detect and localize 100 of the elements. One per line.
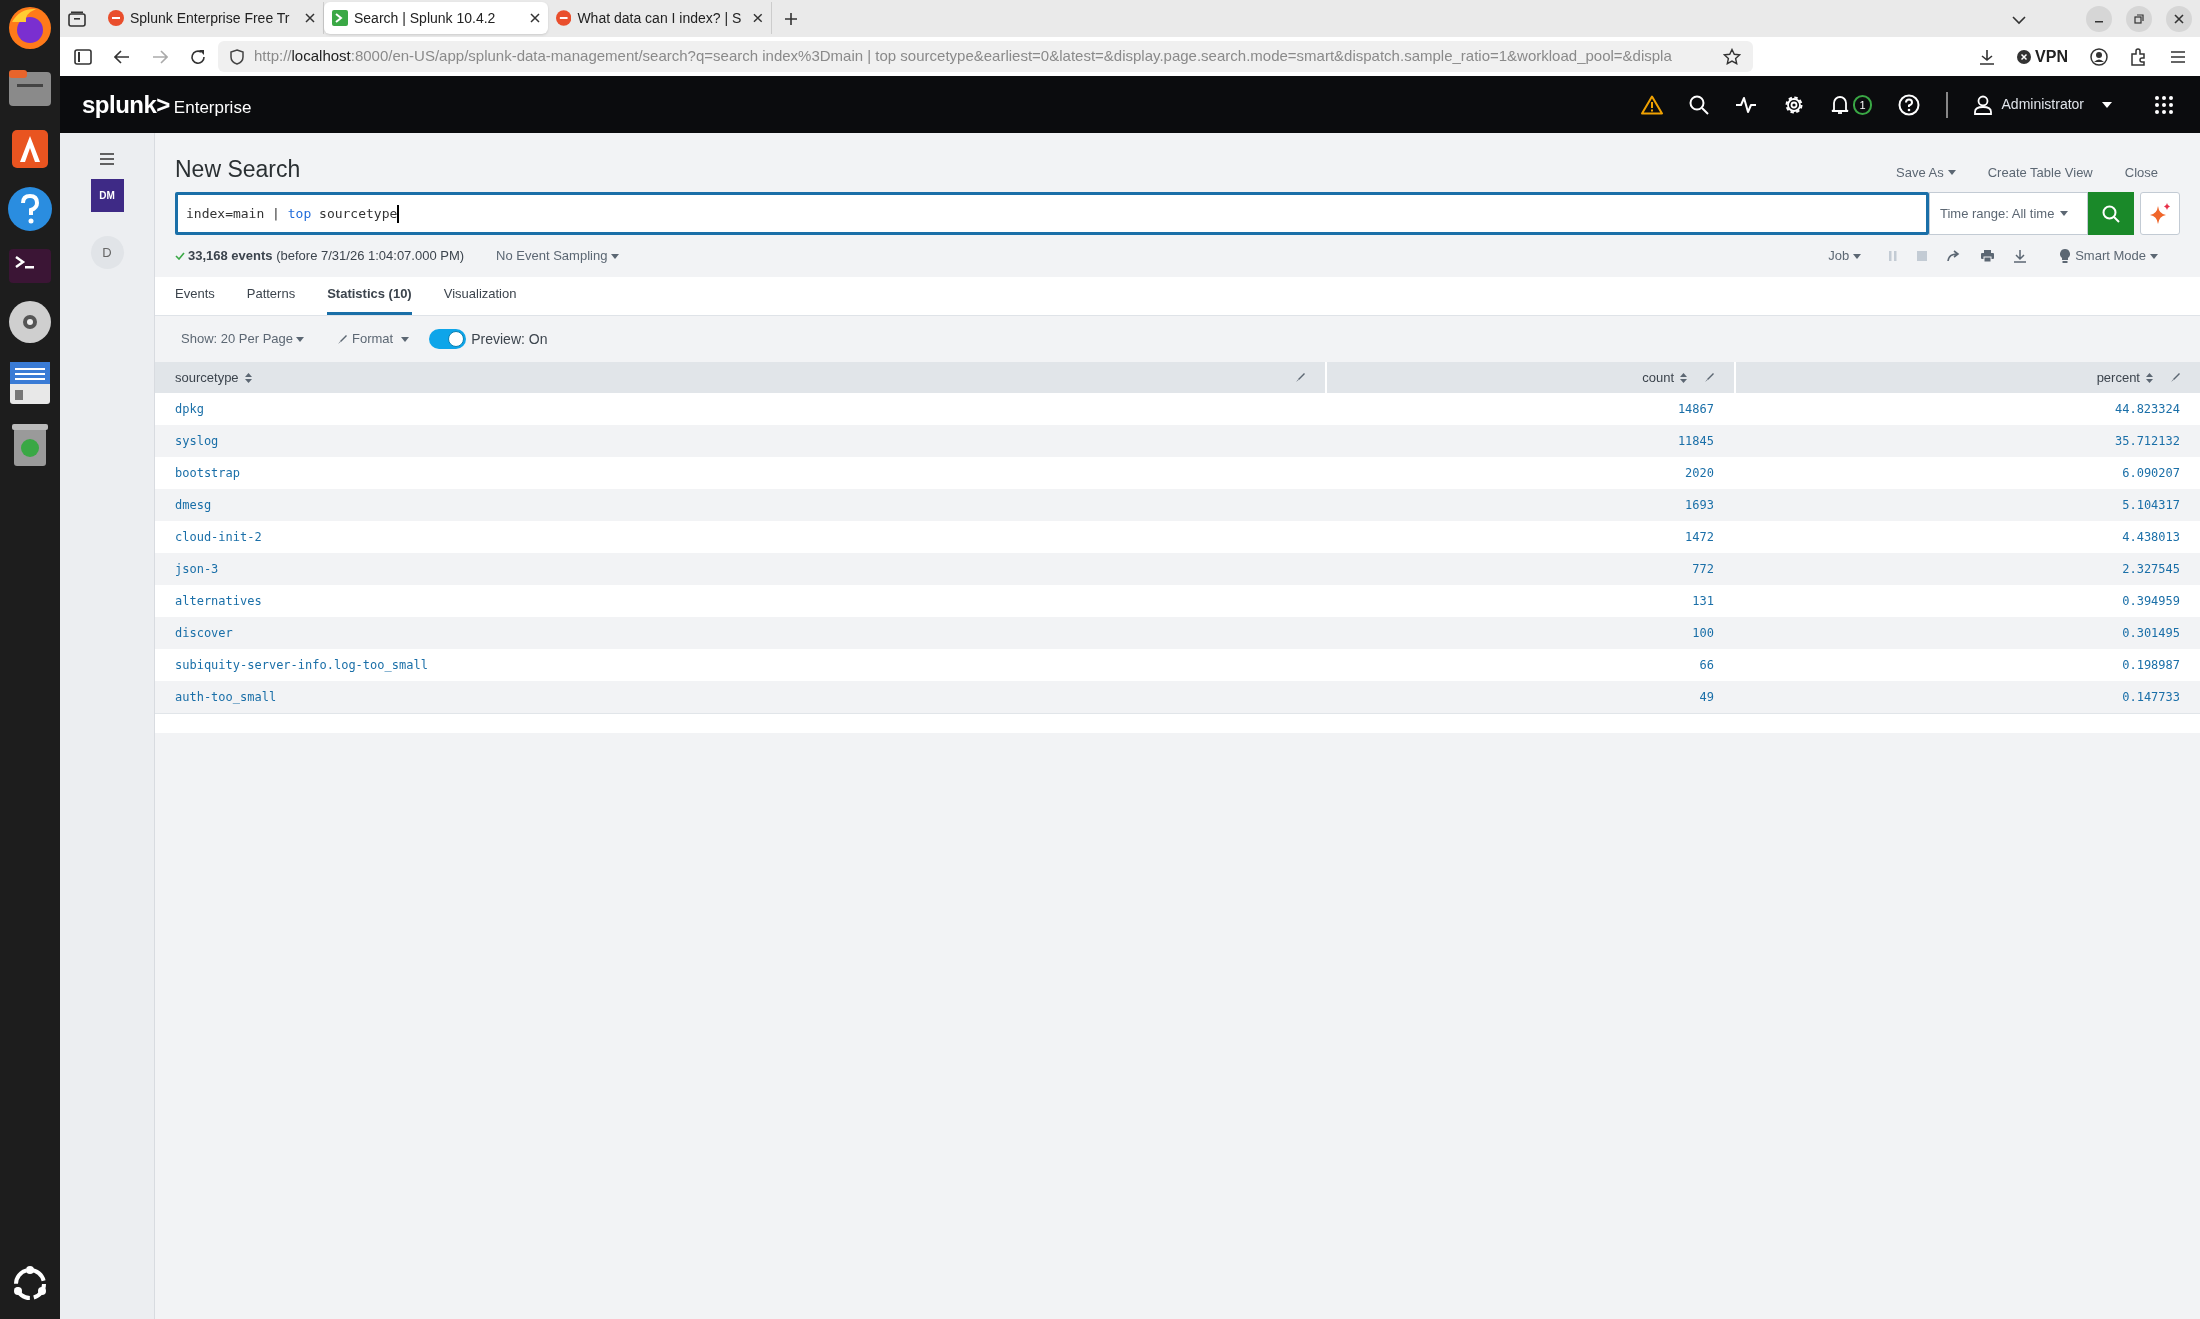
terminal-icon[interactable] bbox=[8, 248, 52, 284]
format-dropdown[interactable]: Format bbox=[338, 329, 410, 349]
table-cell[interactable]: 100 bbox=[1692, 624, 1714, 642]
search-mode-dropdown[interactable]: Smart Mode bbox=[2060, 246, 2180, 266]
share-icon[interactable] bbox=[1947, 250, 1962, 262]
results-tab[interactable]: Patterns bbox=[246, 283, 296, 315]
table-cell[interactable]: json-3 bbox=[175, 560, 219, 578]
sort-icon bbox=[1680, 372, 1687, 383]
menu-icon[interactable] bbox=[2170, 49, 2186, 64]
table-cell[interactable]: 66 bbox=[1699, 656, 1714, 674]
browser-icon[interactable] bbox=[6, 4, 54, 52]
table-cell[interactable]: 0.301495 bbox=[2122, 624, 2180, 642]
bell-icon[interactable] bbox=[1831, 94, 1850, 115]
logo[interactable]: splunk> bbox=[82, 86, 170, 123]
preview-toggle[interactable] bbox=[429, 329, 467, 349]
results-tab[interactable]: Events bbox=[175, 283, 215, 315]
table-cell[interactable]: dpkg bbox=[175, 400, 204, 418]
table-cell[interactable]: bootstrap bbox=[175, 464, 241, 482]
time-range-picker[interactable]: Time range: All time bbox=[1929, 192, 2088, 235]
reload-icon[interactable] bbox=[190, 48, 206, 65]
browser-tab[interactable]: What data can I index? | S bbox=[548, 2, 772, 34]
brush-icon[interactable] bbox=[1705, 373, 1714, 382]
help-icon[interactable] bbox=[7, 186, 53, 232]
minimize-icon[interactable] bbox=[2086, 6, 2112, 32]
download-icon[interactable] bbox=[1979, 48, 1996, 65]
trash-icon[interactable] bbox=[10, 422, 50, 468]
close-circle-icon bbox=[2017, 49, 2032, 64]
chevron-down-icon[interactable] bbox=[2012, 15, 2026, 25]
table-cell[interactable]: 772 bbox=[1692, 560, 1714, 578]
ai-assist-button[interactable] bbox=[2140, 192, 2180, 235]
caret-icon bbox=[1853, 253, 1862, 259]
warning-icon[interactable] bbox=[1641, 94, 1664, 115]
account-icon[interactable] bbox=[2090, 47, 2108, 66]
restore-icon[interactable] bbox=[2126, 6, 2152, 32]
table-cell[interactable]: discover bbox=[175, 624, 233, 642]
table-cell[interactable]: syslog bbox=[175, 432, 219, 450]
activity-icon[interactable] bbox=[1735, 95, 1758, 114]
tab-list-icon[interactable] bbox=[68, 11, 86, 27]
table-cell[interactable]: subiquity-server-info.log-too_small bbox=[175, 656, 428, 674]
menu-icon[interactable] bbox=[99, 153, 115, 165]
table-cell[interactable]: 131 bbox=[1692, 592, 1714, 610]
action-link[interactable]: Save As bbox=[1896, 162, 1956, 182]
table-cell[interactable]: 2020 bbox=[1685, 464, 1714, 482]
brush-icon[interactable] bbox=[2171, 373, 2180, 382]
vpn-button[interactable]: VPN bbox=[2017, 44, 2068, 69]
search-icon[interactable] bbox=[1689, 94, 1710, 115]
sidebar-icon[interactable] bbox=[74, 48, 92, 65]
browser-tab[interactable]: Search | Splunk 10.4.2 bbox=[324, 2, 548, 34]
text-editor-icon[interactable] bbox=[8, 360, 52, 406]
table-cell[interactable]: 1472 bbox=[1685, 528, 1714, 546]
table-cell[interactable]: 0.394959 bbox=[2122, 592, 2180, 610]
close-icon[interactable] bbox=[305, 13, 315, 23]
address-bar[interactable]: http://localhost:8000/en-US/app/splunk-data-management/search?q=search index%3Dmain | top sourcetype&earliest=0&latest=&display.page.search.mode=smart&dispatch.sample_ratio=1&workload_pool=&displa bbox=[218, 41, 1753, 72]
table-cell[interactable]: 35.712132 bbox=[2114, 432, 2180, 450]
table-cell[interactable]: dmesg bbox=[175, 496, 212, 514]
new-tab-icon[interactable] bbox=[784, 12, 798, 26]
close-icon[interactable] bbox=[753, 13, 763, 23]
help-icon[interactable] bbox=[1897, 93, 1920, 116]
print-icon[interactable] bbox=[1981, 250, 1995, 262]
job-menu[interactable]: Job bbox=[1828, 246, 1862, 266]
table-cell[interactable]: auth-too_small bbox=[175, 688, 277, 706]
search-field[interactable]: index=main | top sourcetype bbox=[175, 192, 1929, 235]
star-icon[interactable] bbox=[1723, 47, 1741, 66]
caret-icon bbox=[611, 253, 620, 259]
search-button[interactable] bbox=[2088, 192, 2134, 235]
caret-icon bbox=[296, 336, 305, 342]
puzzle-icon[interactable] bbox=[2130, 47, 2148, 66]
table-cell[interactable]: 2.327545 bbox=[2122, 560, 2180, 578]
app-badge[interactable]: DM bbox=[90, 179, 124, 212]
table-cell[interactable]: 44.823324 bbox=[2114, 400, 2180, 418]
close-icon[interactable] bbox=[2166, 6, 2192, 32]
product-name: Enterprise bbox=[173, 96, 252, 119]
close-icon[interactable] bbox=[530, 13, 540, 23]
folder-icon[interactable] bbox=[7, 68, 53, 108]
user-menu[interactable]: Administrator bbox=[1973, 94, 2112, 115]
brush-icon[interactable] bbox=[1296, 373, 1305, 382]
back-icon[interactable] bbox=[114, 49, 130, 64]
table-cell[interactable]: 5.104317 bbox=[2122, 496, 2180, 514]
table-cell[interactable]: 6.090207 bbox=[2122, 464, 2180, 482]
table-cell[interactable]: 11845 bbox=[1677, 432, 1714, 450]
caret-icon bbox=[1947, 169, 1956, 175]
table-cell[interactable]: 14867 bbox=[1677, 400, 1714, 418]
table-cell[interactable]: 4.438013 bbox=[2122, 528, 2180, 546]
table-cell[interactable]: 49 bbox=[1699, 688, 1714, 706]
column-header[interactable]: sourcetype bbox=[155, 362, 1325, 393]
table-cell[interactable]: cloud-init-2 bbox=[175, 528, 262, 546]
table-cell[interactable]: 1693 bbox=[1685, 496, 1714, 514]
download-icon[interactable] bbox=[2014, 249, 2027, 263]
action-link[interactable]: Close bbox=[2124, 162, 2158, 182]
results-tab[interactable]: Statistics (10) bbox=[327, 283, 412, 315]
table-cell[interactable]: 0.198987 bbox=[2122, 656, 2180, 674]
results-tab[interactable]: Visualization bbox=[443, 283, 517, 315]
action-link[interactable]: Create Table View bbox=[1987, 162, 2093, 182]
browser-tab[interactable]: Splunk Enterprise Free Tr bbox=[100, 2, 324, 34]
table-cell[interactable]: alternatives bbox=[175, 592, 262, 610]
disc-icon[interactable] bbox=[8, 300, 52, 344]
page-size-dropdown[interactable]: Show: 20 Per Page bbox=[181, 329, 305, 349]
event-sampling-dropdown[interactable]: No Event Sampling bbox=[496, 246, 620, 266]
avatar[interactable]: D bbox=[90, 236, 124, 269]
table-cell[interactable]: 0.147733 bbox=[2122, 688, 2180, 706]
